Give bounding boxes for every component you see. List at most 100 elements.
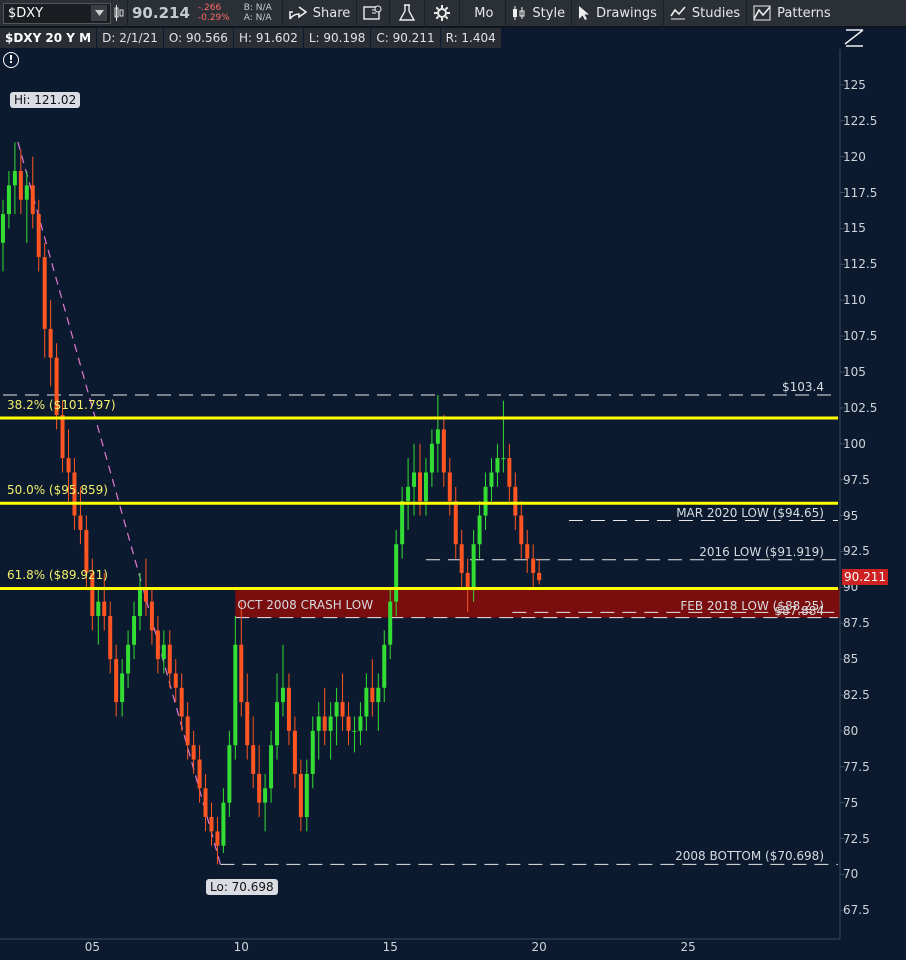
info-open: O: 90.566 (163, 28, 234, 48)
y-tick-label: 85 (843, 652, 859, 667)
x-tick-label: 25 (680, 940, 696, 954)
fib-label: 38.2% ($101.797) (7, 397, 116, 412)
high-label: Hi: 121.02 (10, 92, 81, 108)
candle (322, 687, 327, 746)
candle (423, 458, 428, 516)
candle (501, 400, 506, 473)
y-tick-label: 77.5 (843, 759, 870, 774)
level-label: 2016 LOW ($91.919) (699, 544, 824, 559)
studies-icon (670, 6, 686, 20)
patterns-label: Patterns (777, 5, 831, 21)
candle (310, 716, 315, 789)
candle (173, 659, 178, 703)
style-button[interactable]: Style (506, 0, 573, 27)
style-label: Style (532, 5, 566, 21)
candle (161, 630, 166, 674)
candle (221, 788, 226, 853)
candle (263, 773, 268, 832)
change-block: -.266 -0.29% (198, 3, 238, 23)
x-tick-label: 10 (233, 940, 249, 954)
price-scale-icon[interactable] (843, 28, 867, 48)
y-tick-label: 87.5 (843, 616, 870, 631)
candle (304, 759, 309, 832)
candle (459, 529, 464, 588)
studies-button[interactable]: Studies (664, 0, 748, 27)
candle (126, 630, 131, 688)
candle (203, 773, 208, 832)
candle (149, 587, 154, 645)
flask-icon (396, 4, 418, 22)
candle (191, 730, 196, 774)
candle (12, 142, 17, 215)
candle (108, 601, 113, 674)
candle (400, 486, 405, 559)
candle (24, 171, 29, 243)
candle (418, 443, 422, 516)
symbol-selector[interactable]: $DXY (3, 2, 111, 24)
drawings-button[interactable]: Drawings (572, 0, 664, 27)
candle (364, 673, 369, 731)
y-tick-label: 82.5 (843, 687, 870, 702)
studies-label: Studies (691, 5, 741, 21)
candle (382, 630, 387, 703)
gear-icon (431, 4, 453, 22)
candle (340, 673, 345, 731)
top-toolbar: $DXY 90.214 -.266 -0.29% B: N/A A: N/A S… (0, 0, 906, 27)
candle (298, 759, 303, 832)
candle (227, 730, 232, 817)
y-tick-label: 75 (843, 795, 859, 810)
y-tick-label: 110 (843, 293, 866, 308)
y-tick-label: 107.5 (843, 329, 878, 344)
studies-lab-button[interactable] (390, 0, 426, 27)
bar-chart-icon[interactable] (111, 0, 128, 27)
y-tick-label: 122.5 (843, 113, 878, 128)
chevron-down-icon[interactable] (91, 5, 107, 21)
patterns-icon (753, 5, 771, 21)
bid-value: B: N/A (243, 3, 272, 13)
info-high: H: 91.602 (233, 28, 304, 48)
chart-title: $DXY 20 Y M (0, 28, 98, 48)
y-tick-label: 95 (843, 508, 859, 523)
flexible-grid-button[interactable] (357, 0, 391, 27)
symbol-text: $DXY (8, 5, 44, 21)
level-label: $87.884 (774, 603, 824, 618)
alert-icon[interactable]: ! (3, 52, 19, 68)
zone-label: OCT 2008 CRASH LOW (237, 598, 374, 613)
candle (280, 644, 285, 717)
candle (138, 572, 142, 631)
period-label: Mo (474, 5, 494, 21)
candle (239, 601, 244, 717)
candle (30, 156, 35, 229)
price-chart[interactable] (0, 49, 906, 960)
candle (275, 673, 280, 760)
period-button[interactable]: Mo (460, 0, 507, 27)
share-icon (288, 6, 307, 20)
patterns-button[interactable]: Patterns (747, 0, 837, 27)
candle (531, 544, 536, 588)
candle (292, 716, 297, 789)
candle (132, 601, 137, 660)
info-range: R: 1.404 (440, 28, 502, 48)
drawings-label: Drawings (596, 5, 657, 21)
candle (155, 616, 160, 674)
fib-label: 61.8% ($89.921) (7, 568, 108, 583)
level-label: $103.4 (782, 379, 824, 394)
y-tick-label: 92.5 (843, 544, 870, 559)
candle (96, 587, 101, 645)
candle-icon (512, 5, 526, 21)
candle (412, 443, 417, 516)
candle (233, 616, 238, 760)
x-tick-label: 15 (382, 940, 398, 954)
candle (328, 702, 333, 760)
candle (6, 171, 11, 229)
settings-button[interactable] (425, 0, 461, 27)
candle (376, 673, 381, 731)
candle (489, 458, 494, 502)
y-tick-label: 117.5 (843, 185, 878, 200)
share-button[interactable]: Share (283, 0, 358, 27)
y-tick-label: 80 (843, 723, 859, 738)
low-label: Lo: 70.698 (206, 879, 278, 895)
x-tick-label: 20 (531, 940, 547, 954)
level-label: MAR 2020 LOW ($94.65) (676, 505, 824, 520)
candle (257, 745, 262, 817)
